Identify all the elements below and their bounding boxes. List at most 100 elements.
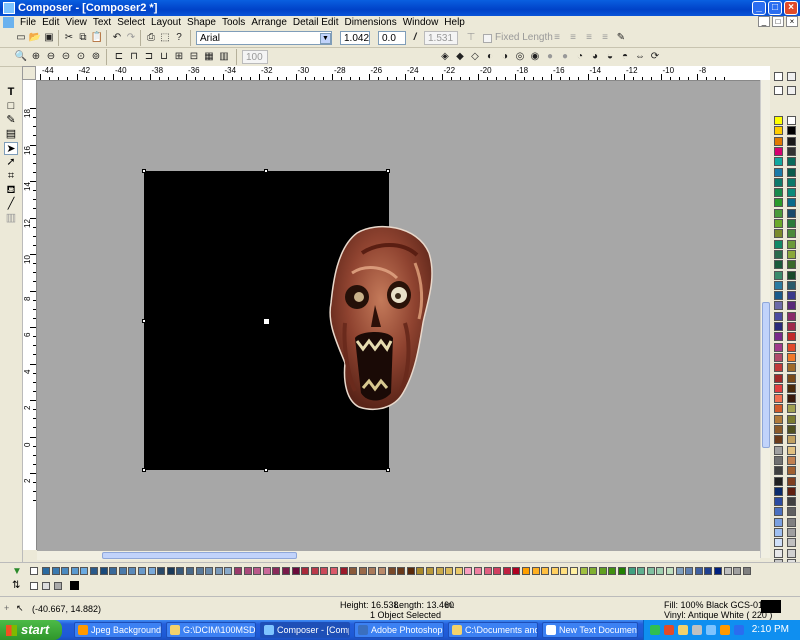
align-right-icon[interactable]: ≡ [582, 31, 596, 45]
fill-color-swatch[interactable] [464, 567, 473, 575]
vinyl-color-swatch[interactable] [774, 146, 783, 156]
vinyl-color-swatch[interactable] [774, 517, 783, 527]
align-center-vertical-icon[interactable]: ⊓ [127, 50, 141, 64]
vinyl-color-swatch[interactable] [787, 404, 796, 414]
vinyl-color-swatch[interactable] [774, 116, 783, 125]
vinyl-color-swatch[interactable] [774, 177, 783, 187]
fill-color-swatch[interactable] [253, 567, 262, 575]
vinyl-color-swatch[interactable] [787, 517, 796, 527]
copy-icon[interactable]: ⧉ [76, 31, 90, 45]
tray-volume-icon[interactable] [692, 625, 702, 635]
help-pointer-icon[interactable]: ? [172, 31, 186, 45]
vinyl-color-swatch[interactable] [774, 342, 783, 352]
fill-color-swatch[interactable] [598, 567, 607, 575]
vinyl-color-swatch[interactable] [787, 291, 796, 301]
mirror-icon[interactable]: ⇔ [633, 50, 647, 64]
fill-color-swatch[interactable] [157, 567, 166, 575]
outline-swatch-dark[interactable] [54, 582, 62, 590]
fill-color-swatch[interactable] [493, 567, 502, 575]
vinyl-color-swatch[interactable] [774, 497, 783, 507]
fill-color-swatch[interactable] [61, 567, 70, 575]
fill-color-swatch[interactable] [301, 567, 310, 575]
vinyl-color-swatch[interactable] [774, 270, 783, 280]
selection-handle[interactable] [386, 468, 390, 472]
menu-file[interactable]: File [17, 16, 39, 29]
menu-tools[interactable]: Tools [219, 16, 248, 29]
vinyl-color-swatch[interactable] [787, 342, 796, 352]
horizontal-scroll-thumb[interactable] [102, 552, 297, 559]
vertical-ruler[interactable]: 18 16 14 12 10 8 6 4 2 0 2 [22, 80, 37, 550]
contour-icon[interactable]: ◉ [528, 50, 542, 64]
selection-handle[interactable] [386, 169, 390, 173]
menu-text[interactable]: Text [90, 16, 114, 29]
vinyl-color-swatch[interactable] [787, 270, 796, 280]
vinyl-color-swatch[interactable] [787, 466, 796, 476]
disabled-tool-icon[interactable]: ▥ [4, 212, 18, 225]
menu-layout[interactable]: Layout [148, 16, 184, 29]
fill-color-swatch[interactable] [128, 567, 137, 575]
italic-slant-icon[interactable]: / [408, 31, 422, 45]
vinyl-color-swatch[interactable] [774, 548, 783, 558]
fill-bucket-icon[interactable]: ⛾ [4, 184, 18, 197]
menu-shape[interactable]: Shape [184, 16, 219, 29]
fill-color-swatch[interactable] [99, 567, 108, 575]
palette-arrow-icon[interactable]: ▼ [12, 566, 22, 577]
vinyl-color-swatch[interactable] [774, 311, 783, 321]
vinyl-color-swatch[interactable] [787, 198, 796, 208]
fill-color-swatch[interactable] [541, 567, 550, 575]
vinyl-color-swatch[interactable] [787, 425, 796, 434]
maximize-button[interactable]: □ [768, 1, 782, 15]
palette-mode-icon[interactable] [774, 86, 783, 95]
fill-color-swatch[interactable] [291, 567, 300, 575]
font-select[interactable]: Arial [196, 31, 332, 45]
ungroup-icon[interactable]: ▥ [217, 50, 231, 64]
tray-update-icon[interactable] [720, 625, 730, 635]
fill-color-swatch[interactable] [589, 567, 598, 575]
vinyl-color-swatch[interactable] [774, 486, 783, 496]
fill-color-swatch[interactable] [435, 567, 444, 575]
fill-color-swatch[interactable] [531, 567, 540, 575]
fill-color-swatch[interactable] [406, 567, 415, 575]
fill-color-swatch[interactable] [675, 567, 684, 575]
vinyl-color-swatch[interactable] [787, 280, 796, 290]
outline-icon[interactable]: ◎ [513, 50, 527, 64]
align-middle-icon[interactable]: ⊞ [172, 50, 186, 64]
vinyl-color-swatch[interactable] [787, 414, 796, 424]
zoom-out-icon[interactable]: ⊖ [44, 50, 58, 64]
fill-color-swatch[interactable] [358, 567, 367, 575]
vinyl-color-swatch[interactable] [774, 249, 783, 259]
vertical-scroll-thumb[interactable] [762, 302, 770, 448]
minimize-button[interactable]: _ [752, 1, 766, 15]
palette-up-arrow-icon[interactable] [774, 72, 783, 81]
fill-color-swatch[interactable] [522, 567, 530, 575]
fill-color-swatch[interactable] [349, 567, 358, 575]
fixed-length-checkbox[interactable] [483, 34, 492, 43]
menu-arrange[interactable]: Arrange [248, 16, 290, 29]
fill-color-swatch[interactable] [51, 567, 60, 575]
doc-minimize-button[interactable]: _ [758, 16, 770, 27]
fill-color-swatch[interactable] [387, 567, 396, 575]
fill-color-swatch[interactable] [742, 567, 751, 575]
task-jpeg-background[interactable]: Jpeg Background - ... [74, 622, 162, 638]
pen-tool-icon[interactable]: ✎ [4, 114, 18, 127]
print-icon[interactable]: ⎙ [144, 31, 158, 45]
vinyl-color-swatch[interactable] [774, 445, 783, 455]
fill-color-swatch[interactable] [330, 567, 338, 575]
fill-color-swatch[interactable] [147, 567, 156, 575]
vinyl-color-swatch[interactable] [787, 167, 796, 177]
fill-color-swatch[interactable] [397, 567, 406, 575]
weld-icon[interactable]: ◈ [438, 50, 452, 64]
vinyl-color-swatch[interactable] [787, 383, 796, 393]
menu-select[interactable]: Select [114, 16, 148, 29]
task-composer[interactable]: Composer - [Comp... [260, 622, 350, 638]
document-icon[interactable] [3, 17, 14, 28]
vinyl-color-swatch[interactable] [787, 363, 796, 373]
tray-security-icon[interactable] [664, 625, 674, 635]
menu-edit[interactable]: Edit [39, 16, 62, 29]
vinyl-color-swatch[interactable] [787, 239, 796, 249]
text-format-icon[interactable]: ✎ [614, 31, 628, 45]
doc-restore-button[interactable]: □ [772, 16, 784, 27]
window-title-bar[interactable]: Composer - [Composer2 *] _ □ × [0, 0, 800, 16]
zombie-head-image[interactable] [327, 223, 435, 413]
fill-color-swatch[interactable] [618, 567, 626, 575]
